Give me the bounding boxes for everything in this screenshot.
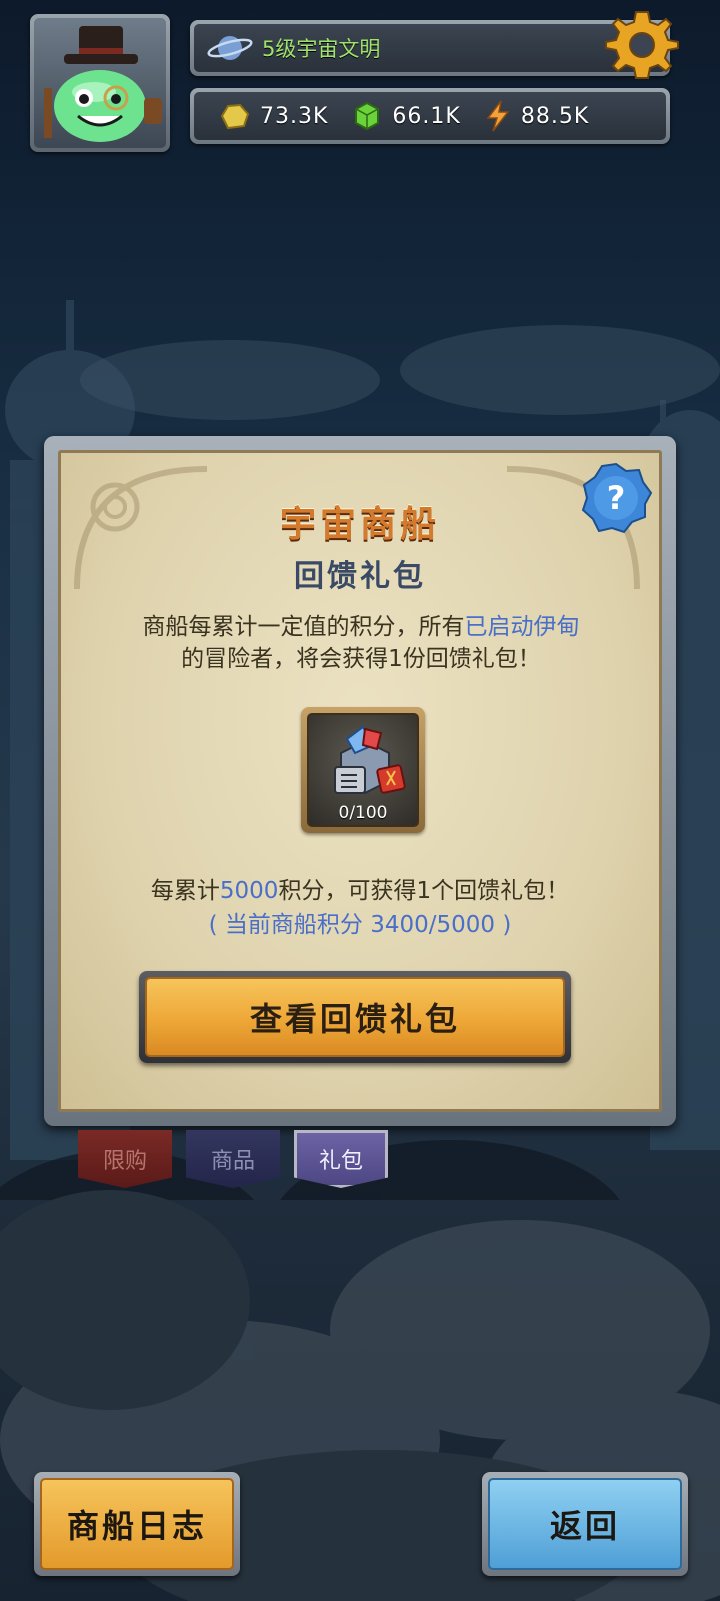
gold-resource[interactable]: 73.3K — [218, 102, 328, 130]
note-part2: 积分，可获得1个回馈礼包！ — [278, 878, 570, 904]
ship-log-label: 商船日志 — [40, 1478, 234, 1570]
energy-resource[interactable]: 88.5K — [485, 100, 589, 132]
gold-ore-icon — [220, 103, 250, 130]
slime-character-avatar-icon — [44, 26, 162, 142]
gift-item-slot[interactable]: 0/100 — [301, 707, 425, 833]
desc-highlight: 已启动伊甸 — [464, 614, 580, 640]
view-gift-button[interactable]: 查看回馈礼包 — [139, 971, 571, 1063]
lightning-energy-icon — [486, 100, 510, 132]
gift-chest-icon — [334, 725, 406, 795]
view-gift-button-label: 查看回馈礼包 — [145, 977, 565, 1057]
ship-log-button[interactable]: 商船日志 — [34, 1472, 240, 1576]
feedback-gift-panel: ? 宇宙商船 回馈礼包 商船每累计一定值的积分，所有已启动伊甸 的冒险者，将会获… — [44, 436, 676, 1126]
back-label: 返回 — [488, 1478, 682, 1570]
points-rule-text: 每累计5000积分，可获得1个回馈礼包！ — [61, 871, 659, 905]
gift-item-count: 0/100 — [338, 803, 388, 823]
resource-bar: 73.3K 66.1K 88.5K — [190, 88, 670, 144]
panel-title: 宇宙商船 — [279, 504, 440, 545]
planet-icon — [207, 36, 253, 60]
settings-gear-icon[interactable] — [605, 8, 679, 82]
tab-goods[interactable]: 商品 — [186, 1130, 280, 1188]
energy-value: 88.5K — [520, 103, 590, 129]
gift-description: 商船每累计一定值的积分，所有已启动伊甸 的冒险者，将会获得1份回馈礼包！ — [81, 611, 641, 675]
gold-value: 73.3K — [260, 103, 329, 129]
crystal-value: 66.1K — [392, 103, 461, 129]
desc-part1: 商船每累计一定值的积分，所有 — [142, 614, 465, 640]
green-crystal-icon — [355, 101, 380, 131]
desc-part2: 的冒险者，将会获得1份回馈礼包！ — [181, 646, 541, 672]
player-avatar[interactable] — [30, 14, 170, 152]
tab-limited[interactable]: 限购 — [78, 1130, 172, 1188]
panel-subtitle: 回馈礼包 — [294, 559, 426, 594]
civilization-level-text: 5级宇宙文明 — [262, 37, 381, 61]
tab-gift[interactable]: 礼包 — [294, 1130, 388, 1188]
current-points-text: ( 当前商船积分 3400/5000 ) — [208, 912, 512, 938]
crystal-resource[interactable]: 66.1K — [352, 101, 460, 131]
civilization-level-bar[interactable]: 5级宇宙文明 — [190, 20, 670, 76]
note-highlight: 5000 — [219, 878, 279, 904]
note-part1: 每累计 — [150, 878, 220, 904]
back-button[interactable]: 返回 — [482, 1472, 688, 1576]
